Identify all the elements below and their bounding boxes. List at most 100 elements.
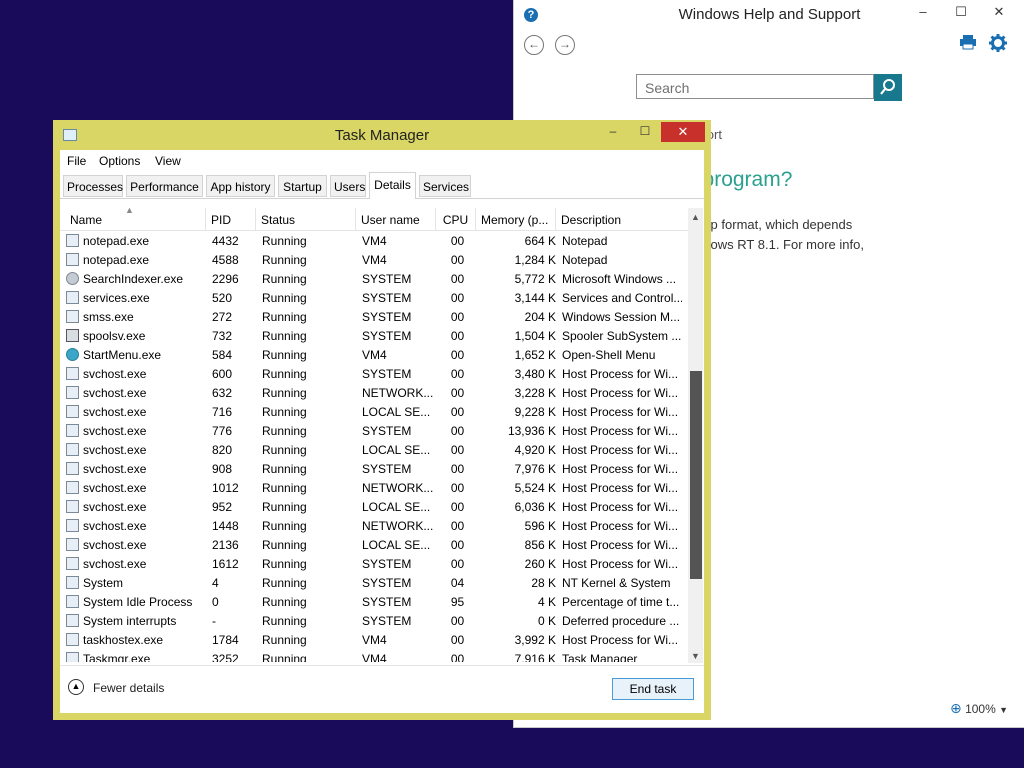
process-status: Running [262,367,307,381]
table-row[interactable]: notepad.exe 4432 Running VM4 00 664 K Notepad [60,232,688,251]
table-row[interactable]: System 4 Running SYSTEM 04 28 K NT Kernel & Sy… [60,574,688,593]
process-icon [66,291,79,304]
process-pid: - [212,614,216,628]
table-row[interactable]: svchost.exe 600 Running SYSTEM 00 3,480 K Host… [60,365,688,384]
tab-users[interactable]: Users [330,175,366,197]
table-row[interactable]: svchost.exe 820 Running LOCAL SE... 00 4,920 … [60,441,688,460]
menu-file[interactable]: File [67,154,86,168]
process-name: services.exe [83,291,150,305]
task-manager-content: File Options View Processes Performance … [60,150,704,713]
process-pid: 4588 [212,253,239,267]
process-cpu: 00 [450,367,465,381]
help-maximize-button[interactable]: ☐ [947,2,975,24]
process-status: Running [262,500,307,514]
end-task-button[interactable]: End task [612,678,694,700]
table-row[interactable]: svchost.exe 716 Running LOCAL SE... 00 9,228 … [60,403,688,422]
process-cpu: 00 [450,386,465,400]
table-row[interactable]: System interrupts - Running SYSTEM 00 0 K Defe… [60,612,688,631]
process-name: SearchIndexer.exe [83,272,184,286]
process-memory: 7,976 K [514,462,556,476]
process-user-name: SYSTEM [362,329,412,343]
process-pid: 520 [212,291,233,305]
process-memory: 28 K [531,576,556,590]
tab-startup[interactable]: Startup [278,175,327,197]
table-row[interactable]: svchost.exe 908 Running SYSTEM 00 7,976 K Host… [60,460,688,479]
table-row[interactable]: StartMenu.exe 584 Running VM4 00 1,652 K Open-… [60,346,688,365]
table-row[interactable]: smss.exe 272 Running SYSTEM 00 204 K Windows S… [60,308,688,327]
process-status: Running [262,405,307,419]
tm-minimize-button[interactable]: – [599,122,627,142]
process-name: svchost.exe [83,405,147,419]
menu-view[interactable]: View [155,154,181,168]
process-user-name: SYSTEM [362,614,412,628]
menu-options[interactable]: Options [99,154,140,168]
process-name: System [83,576,124,590]
tab-app-history[interactable]: App history [206,175,275,197]
tab-services[interactable]: Services [419,175,471,197]
fewer-details-button[interactable]: Fewer details [93,681,164,695]
chevron-up-icon[interactable]: ▲ [68,679,84,695]
column-header-pid[interactable]: PID [206,208,256,230]
table-row[interactable]: svchost.exe 1612 Running SYSTEM 00 260 K Host … [60,555,688,574]
column-header-cpu[interactable]: CPU [436,208,476,230]
tm-close-button[interactable]: ✕ [661,122,705,142]
column-header-user-name[interactable]: User name [356,208,436,230]
process-icon [66,310,79,323]
scroll-up-arrow-icon[interactable]: ▲ [688,210,703,224]
back-arrow-icon[interactable]: ← [524,35,544,55]
scrollbar-thumb[interactable] [690,371,702,579]
table-row[interactable]: svchost.exe 952 Running LOCAL SE... 00 6,036 … [60,498,688,517]
column-header-description[interactable]: Description [556,208,688,230]
table-row[interactable]: spoolsv.exe 732 Running SYSTEM 00 1,504 K Spoo… [60,327,688,346]
help-close-button[interactable]: ✕ [985,2,1013,24]
process-pid: 2296 [212,272,239,286]
help-minimize-button[interactable]: – [909,2,937,24]
process-memory: 4 K [537,595,556,609]
process-pid: 4 [212,576,219,590]
table-row[interactable]: svchost.exe 776 Running SYSTEM 00 13,936 K Hos… [60,422,688,441]
chevron-down-icon: ▼ [999,705,1009,715]
tab-performance[interactable]: Performance [126,175,203,197]
process-status: Running [262,291,307,305]
print-icon[interactable] [959,34,977,55]
vertical-scrollbar[interactable]: ▲ ▼ [688,208,703,663]
table-row[interactable]: services.exe 520 Running SYSTEM 00 3,144 K Ser… [60,289,688,308]
help-search-input[interactable]: Search [636,74,874,99]
zoom-icon: ⊕ [950,700,962,716]
table-row[interactable]: SearchIndexer.exe 2296 Running SYSTEM 00 5,77… [60,270,688,289]
process-memory: 7,916 K [514,652,556,662]
process-pid: 908 [212,462,233,476]
table-row[interactable]: System Idle Process 0 Running SYSTEM 95 4 K Pe… [60,593,688,612]
process-user-name: NETWORK... [362,481,434,495]
gear-icon[interactable] [989,34,1007,57]
column-header-name[interactable]: Name [60,208,206,230]
table-row[interactable]: svchost.exe 2136 Running LOCAL SE... 00 856 K… [60,536,688,555]
table-row[interactable]: svchost.exe 632 Running NETWORK... 00 3,228 K… [60,384,688,403]
table-row[interactable]: svchost.exe 1448 Running NETWORK... 00 596 K H… [60,517,688,536]
forward-arrow-icon[interactable]: → [555,35,575,55]
column-header-memory[interactable]: Memory (p... [476,208,556,230]
search-icon[interactable] [874,74,902,101]
process-memory: 3,228 K [514,386,556,400]
tm-maximize-button[interactable]: ☐ [631,122,659,142]
table-row[interactable]: taskhostex.exe 1784 Running VM4 00 3,992 K Hos… [60,631,688,650]
process-memory: 9,228 K [514,405,556,419]
process-cpu: 00 [450,291,465,305]
tab-processes[interactable]: Processes [63,175,123,197]
scroll-down-arrow-icon[interactable]: ▼ [688,649,703,663]
process-icon [66,557,79,570]
table-row[interactable]: notepad.exe 4588 Running VM4 00 1,284 K Notepa… [60,251,688,270]
table-row[interactable]: Taskmgr.exe 3252 Running VM4 00 7,916 K Task M… [60,650,688,662]
zoom-control[interactable]: ⊕ 100% ▼ [950,700,1008,717]
process-memory: 6,036 K [514,500,556,514]
column-header-status[interactable]: Status [256,208,356,230]
process-memory: 3,992 K [514,633,556,647]
process-icon [66,405,79,418]
process-user-name: LOCAL SE... [362,500,431,514]
process-cpu: 00 [450,633,465,647]
process-cpu: 04 [450,576,465,590]
table-row[interactable]: svchost.exe 1012 Running NETWORK... 00 5,524 … [60,479,688,498]
process-user-name: SYSTEM [362,310,412,324]
tab-details[interactable]: Details [369,172,416,199]
process-description: Host Process for Wi... [562,481,679,495]
